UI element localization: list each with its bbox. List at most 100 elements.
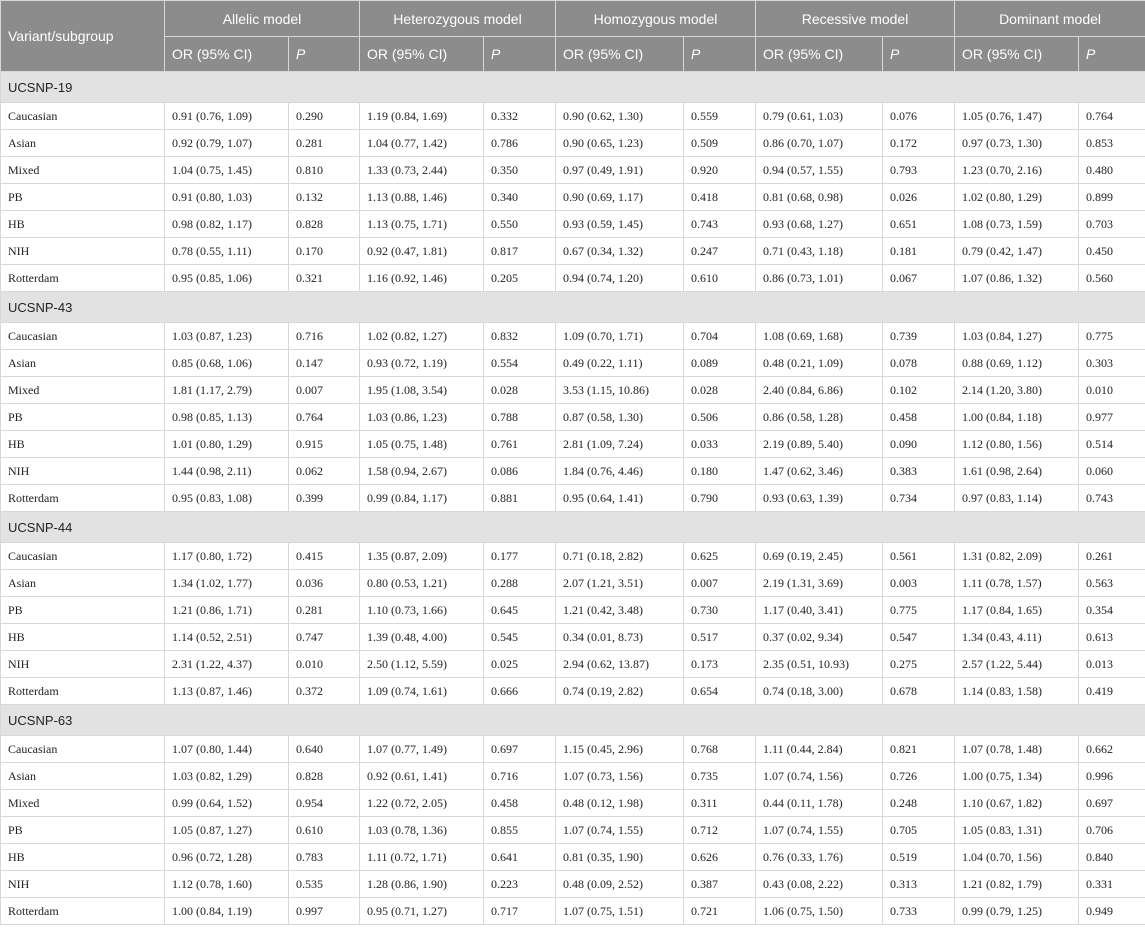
p-value-cell: 0.090 [882,430,956,458]
p-value-cell: 0.321 [288,264,360,292]
or-ci-cell: 0.49 (0.22, 1.11) [555,349,684,377]
table-row: NIH 1.12 (0.78, 1.60) 0.535 1.28 (0.86, 1.9… [0,870,1145,898]
or-ci-cell: 0.97 (0.83, 1.14) [954,484,1080,512]
or-ci-cell: 1.22 (0.72, 2.05) [359,789,484,817]
table-row: Rotterdam 0.95 (0.83, 1.08) 0.399 0.99 (0.8… [0,484,1145,512]
table-body: UCSNP-19 Caucasian 0.91 (0.76, 1.09) 0.290 1… [0,71,1145,925]
header-row-models: Variant/subgroup Allelic model Heterozyg… [0,0,1145,72]
subgroup-cell: HB [0,843,165,871]
p-value-cell: 0.177 [483,542,556,570]
p-value-cell: 0.223 [483,870,556,898]
p-value-cell: 0.450 [1078,237,1145,265]
subgroup-cell: Mixed [0,156,165,184]
subgroup-cell: Rotterdam [0,897,165,925]
p-value-cell: 0.147 [288,349,360,377]
p-value-cell: 0.519 [882,843,956,871]
p-value-cell: 0.078 [882,349,956,377]
or-ci-cell: 1.13 (0.75, 1.71) [359,210,484,238]
or-ci-cell: 1.14 (0.83, 1.58) [954,677,1080,705]
subgroup-cell: PB [0,596,165,624]
group-label: UCSNP-19 [0,71,1145,103]
p-value-cell: 0.716 [483,762,556,790]
or-ci-header: OR (95% CI) [164,36,289,72]
subgroup-cell: Caucasian [0,102,165,130]
p-value-cell: 0.730 [682,596,757,624]
or-ci-cell: 0.48 (0.21, 1.09) [755,349,884,377]
p-value-cell: 0.828 [288,762,360,790]
p-value-cell: 0.517 [682,623,757,651]
or-ci-cell: 1.95 (1.08, 3.54) [359,376,484,404]
group-row: UCSNP-43 [0,291,1145,323]
or-ci-cell: 0.44 (0.11, 1.78) [755,789,884,817]
table-row: Mixed 1.81 (1.17, 2.79) 0.007 1.95 (1.08, 3… [0,376,1145,404]
or-ci-cell: 1.09 (0.74, 1.61) [359,677,484,705]
or-ci-cell: 0.98 (0.82, 1.17) [164,210,289,238]
or-ci-cell: 0.48 (0.09, 2.52) [555,870,684,898]
p-value-cell: 0.545 [483,623,556,651]
p-value-cell: 0.007 [682,569,757,597]
subgroup-cell: NIH [0,870,165,898]
or-ci-cell: 1.19 (0.84, 1.69) [359,102,484,130]
or-ci-cell: 0.74 (0.19, 2.82) [555,677,684,705]
or-ci-header: OR (95% CI) [755,36,884,72]
or-ci-cell: 1.21 (0.42, 3.48) [555,596,684,624]
or-ci-cell: 0.78 (0.55, 1.11) [164,237,289,265]
p-value-cell: 0.383 [882,457,956,485]
or-ci-cell: 0.87 (0.58, 1.30) [555,403,684,431]
table-row: NIH 1.44 (0.98, 2.11) 0.062 1.58 (0.94, 2.6… [0,457,1145,485]
group-label: UCSNP-44 [0,511,1145,543]
p-value-cell: 0.739 [882,322,956,350]
recessive-model-header: Recessive model [755,0,956,37]
p-value-cell: 0.311 [682,789,757,817]
or-ci-cell: 1.17 (0.40, 3.41) [755,596,884,624]
or-ci-cell: 0.96 (0.72, 1.28) [164,843,289,871]
subgroup-cell: PB [0,183,165,211]
p-value-cell: 0.641 [483,843,556,871]
p-value-cell: 0.132 [288,183,360,211]
or-ci-cell: 0.92 (0.79, 1.07) [164,129,289,157]
or-ci-cell: 0.93 (0.59, 1.45) [555,210,684,238]
or-ci-cell: 3.53 (1.15, 10.86) [555,376,684,404]
p-value-cell: 0.613 [1078,623,1145,651]
subgroup-cell: Rotterdam [0,264,165,292]
p-value-cell: 0.840 [1078,843,1145,871]
p-value-cell: 0.170 [288,237,360,265]
table-row: PB 0.91 (0.80, 1.03) 0.132 1.13 (0.88, 1.46… [0,183,1145,211]
p-value-cell: 0.853 [1078,129,1145,157]
p-value-cell: 0.832 [483,322,556,350]
or-ci-cell: 0.69 (0.19, 2.45) [755,542,884,570]
p-value-header: P [882,36,956,72]
or-ci-cell: 1.08 (0.73, 1.59) [954,210,1080,238]
p-value-cell: 0.026 [882,183,956,211]
p-value-cell: 0.920 [682,156,757,184]
p-value-cell: 0.563 [1078,569,1145,597]
or-ci-cell: 0.92 (0.47, 1.81) [359,237,484,265]
p-value-cell: 0.350 [483,156,556,184]
table-row: Mixed 0.99 (0.64, 1.52) 0.954 1.22 (0.72, 2… [0,789,1145,817]
group-row: UCSNP-63 [0,704,1145,736]
or-ci-cell: 1.47 (0.62, 3.46) [755,457,884,485]
p-value-cell: 0.275 [882,650,956,678]
p-value-header: P [1078,36,1145,72]
p-value-cell: 0.697 [1078,789,1145,817]
table-row: Caucasian 1.07 (0.80, 1.44) 0.640 1.07 (0.7… [0,735,1145,763]
p-value-cell: 0.399 [288,484,360,512]
p-value-cell: 0.625 [682,542,757,570]
subgroup-cell: Asian [0,129,165,157]
or-ci-cell: 1.15 (0.45, 2.96) [555,735,684,763]
p-value-cell: 0.480 [1078,156,1145,184]
or-ci-cell: 1.21 (0.82, 1.79) [954,870,1080,898]
p-value-cell: 0.303 [1078,349,1145,377]
or-ci-cell: 0.86 (0.70, 1.07) [755,129,884,157]
or-ci-cell: 0.90 (0.65, 1.23) [555,129,684,157]
p-value-header: P [682,36,757,72]
or-ci-cell: 0.93 (0.63, 1.39) [755,484,884,512]
subgroup-cell: PB [0,403,165,431]
or-ci-cell: 1.13 (0.87, 1.46) [164,677,289,705]
p-value-cell: 0.768 [682,735,757,763]
subgroup-cell: NIH [0,237,165,265]
table-row: Asian 0.92 (0.79, 1.07) 0.281 1.04 (0.77, 1… [0,129,1145,157]
p-value-cell: 0.060 [1078,457,1145,485]
p-value-cell: 0.626 [682,843,757,871]
p-value-cell: 0.372 [288,677,360,705]
